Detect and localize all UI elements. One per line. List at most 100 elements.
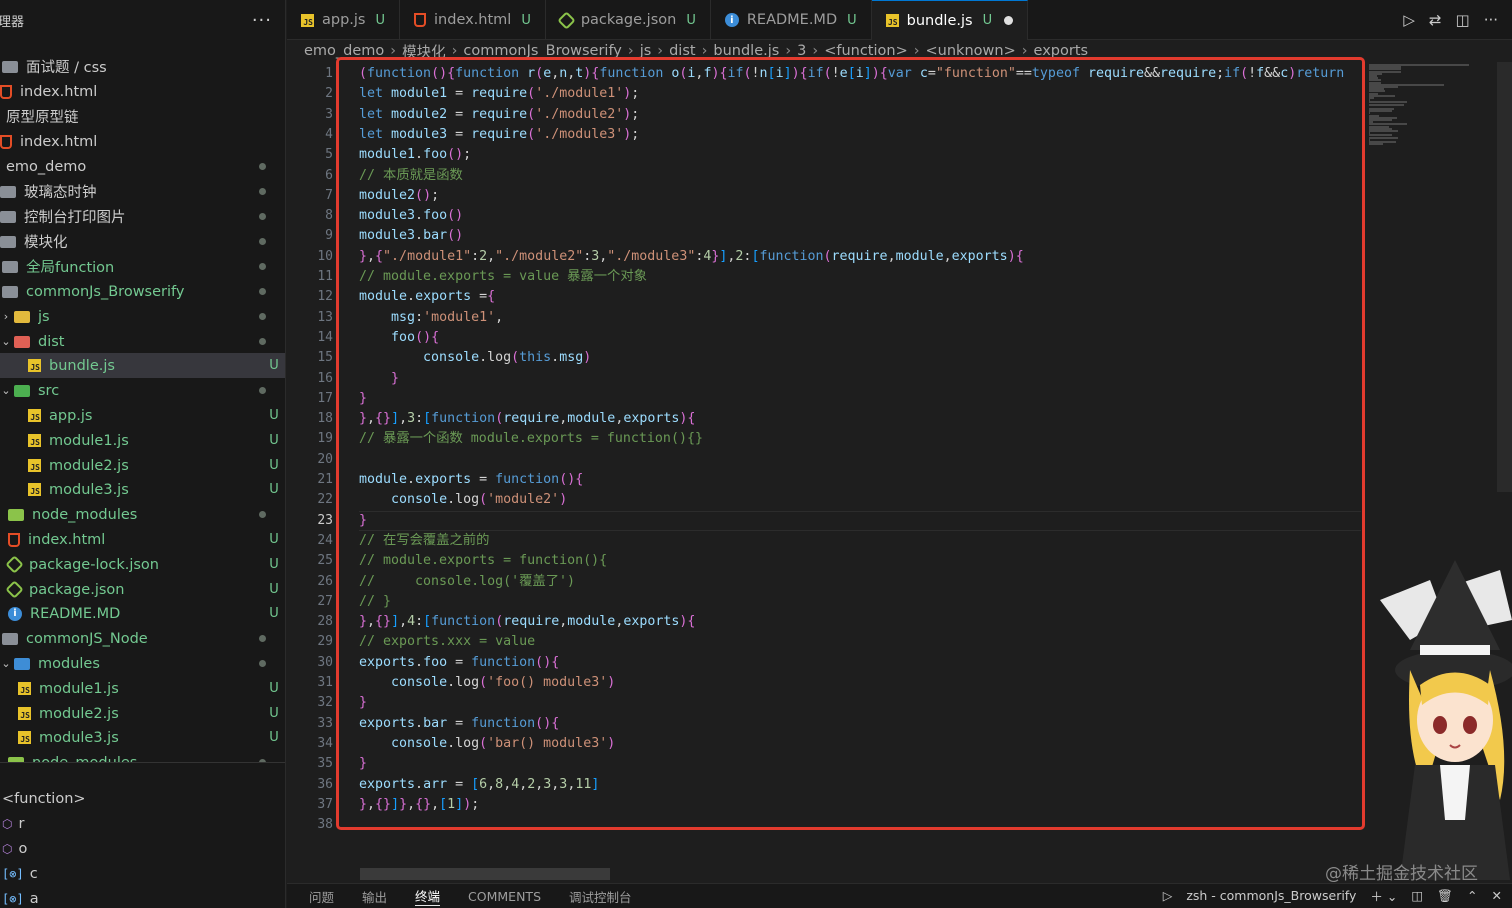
panel-tab[interactable]: 调试控制台: [569, 887, 632, 906]
file-item[interactable]: JS module2.js U: [0, 453, 285, 478]
file-item[interactable]: i README.MD U: [0, 601, 285, 626]
outline-item[interactable]: [⊗] a: [2, 886, 39, 908]
outline-item[interactable]: [⊗] c: [2, 861, 38, 886]
code-line[interactable]: // 暴露一个函数 module.exports = function(){}: [359, 429, 703, 449]
code-line[interactable]: console.log('bar() module3'): [359, 734, 615, 754]
close-panel-icon[interactable]: ✕: [1492, 888, 1502, 903]
outline-item[interactable]: ⬡ r: [2, 811, 24, 836]
breadcrumb-item[interactable]: js: [640, 43, 652, 59]
code-line[interactable]: module1.foo();: [359, 145, 471, 165]
folder-item[interactable]: 控制台打印图片: [0, 204, 285, 229]
file-item[interactable]: JS module3.js U: [0, 477, 285, 502]
panel-tab[interactable]: COMMENTS: [468, 889, 541, 904]
file-item[interactable]: JS app.js U: [0, 403, 285, 428]
tab-index-html[interactable]: index.html U: [400, 0, 546, 40]
code-line[interactable]: let module1 = require('./module1');: [359, 84, 639, 104]
code-line[interactable]: let module2 = require('./module2');: [359, 105, 639, 125]
breadcrumb-item[interactable]: 模块化: [402, 41, 446, 62]
code-editor[interactable]: 1 2 3 4 5 6 7 8 9 10 11 12 13 14 15 16 17 18 19 20 21 22 23 24 2…: [287, 62, 1497, 882]
code-line[interactable]: module.exports = function(){: [359, 470, 583, 490]
code-line[interactable]: let module3 = require('./module3');: [359, 125, 639, 145]
folder-item[interactable]: 全局function: [0, 254, 285, 279]
unsaved-dot-icon[interactable]: [1004, 16, 1014, 25]
more-actions-icon[interactable]: ···: [1484, 11, 1498, 29]
folder-item[interactable]: 面试题 / css: [0, 54, 285, 79]
file-item[interactable]: JS bundle.js U: [0, 353, 285, 378]
folder-item[interactable]: commonJs_Browserify: [0, 279, 285, 304]
compare-changes-icon[interactable]: ⇄: [1429, 11, 1442, 29]
file-item[interactable]: JS module1.js U: [0, 676, 285, 701]
code-line[interactable]: exports.arr = [6,8,4,2,3,3,11]: [359, 775, 599, 795]
code-content[interactable]: (function(){function r(e,n,t){function o…: [359, 62, 1361, 882]
code-line[interactable]: console.log(this.msg): [359, 348, 591, 368]
code-line[interactable]: },{}]},{},[1]);: [359, 795, 479, 815]
outline-item[interactable]: ⬡ o: [2, 836, 27, 861]
breadcrumb-item[interactable]: commonJs_Browserify: [463, 43, 621, 59]
folder-item[interactable]: emo_demo: [0, 154, 285, 179]
panel-tab[interactable]: 输出: [362, 887, 387, 906]
horizontal-scrollbar[interactable]: [360, 868, 610, 880]
breadcrumb-item[interactable]: dist: [669, 43, 695, 59]
panel-tab[interactable]: 终端: [415, 886, 441, 906]
breadcrumb-item[interactable]: bundle.js: [713, 43, 779, 59]
more-actions-icon[interactable]: ···: [252, 10, 272, 31]
file-item[interactable]: index.html: [0, 79, 285, 104]
tab-app-js[interactable]: JS app.js U: [287, 0, 401, 40]
code-line[interactable]: // 本质就是函数: [359, 166, 463, 186]
file-item[interactable]: package.json U: [0, 577, 285, 602]
code-line[interactable]: module2();: [359, 186, 439, 206]
code-line[interactable]: }: [359, 511, 367, 531]
file-item[interactable]: JS module2.js U: [0, 701, 285, 726]
code-line[interactable]: }: [359, 389, 367, 409]
code-line[interactable]: console.log('module2'): [359, 490, 567, 510]
tab-bundle-js[interactable]: JS bundle.js U: [871, 0, 1029, 40]
code-line[interactable]: // module.exports = function(){: [359, 551, 607, 571]
file-item[interactable]: package-lock.json U: [0, 552, 285, 577]
folder-item[interactable]: node_modules: [0, 502, 285, 527]
file-item[interactable]: JS module1.js U: [0, 428, 285, 453]
code-line[interactable]: // 在写会覆盖之前的: [359, 531, 489, 551]
tab-package-json[interactable]: package.json U: [546, 0, 711, 40]
code-line[interactable]: console.log('foo() module3'): [359, 673, 615, 693]
outline-item[interactable]: <function>: [2, 786, 86, 811]
code-line[interactable]: }: [359, 693, 367, 713]
file-item[interactable]: index.html: [0, 129, 285, 154]
code-line[interactable]: // exports.xxx = value: [359, 632, 535, 652]
breadcrumb-item[interactable]: <function>: [824, 43, 908, 59]
code-line[interactable]: },{"./module1":2,"./module2":3,"./module…: [359, 247, 1024, 267]
folder-item[interactable]: commonJS_Node: [0, 626, 285, 651]
file-item[interactable]: JS module3.js U: [0, 725, 285, 750]
code-line[interactable]: },{}],3:[function(require,module,exports…: [359, 409, 695, 429]
breadcrumb-item[interactable]: exports: [1034, 43, 1089, 59]
add-terminal-icon[interactable]: ＋ ⌄: [1370, 886, 1397, 905]
code-line[interactable]: // }: [359, 592, 391, 612]
breadcrumb-item[interactable]: 3: [797, 43, 806, 59]
folder-item[interactable]: 原型原型链: [0, 104, 285, 129]
tab-readme-md[interactable]: i README.MD U: [711, 0, 872, 40]
folder-item[interactable]: ⌄ dist: [0, 329, 285, 354]
code-line[interactable]: foo(){: [359, 328, 439, 348]
code-line[interactable]: // console.log('覆盖了'): [359, 572, 575, 592]
code-line[interactable]: },{}],4:[function(require,module,exports…: [359, 612, 695, 632]
breadcrumb-item[interactable]: emo_demo: [304, 43, 384, 59]
code-line[interactable]: exports.bar = function(){: [359, 714, 559, 734]
file-item[interactable]: index.html U: [0, 527, 285, 552]
maximize-panel-icon[interactable]: ⌃: [1467, 888, 1477, 903]
code-line[interactable]: (function(){function r(e,n,t){function o…: [359, 64, 1344, 84]
code-line[interactable]: msg:'module1',: [359, 308, 503, 328]
code-line[interactable]: exports.foo = function(){: [359, 653, 559, 673]
code-line[interactable]: // module.exports = value 暴露一个对象: [359, 267, 647, 287]
folder-item[interactable]: ⌄ src: [0, 378, 285, 403]
terminal-label[interactable]: zsh - commonJs_Browserify: [1186, 888, 1356, 903]
folder-item[interactable]: › js: [0, 304, 285, 329]
folder-item[interactable]: 玻璃态时钟: [0, 179, 285, 204]
panel-tab[interactable]: 问题: [309, 887, 334, 906]
breadcrumb-item[interactable]: <unknown>: [926, 43, 1016, 59]
folder-item[interactable]: 模块化: [0, 229, 285, 254]
folder-item[interactable]: ⌄ modules: [0, 651, 285, 676]
code-line[interactable]: module3.bar(): [359, 226, 463, 246]
code-line[interactable]: module.exports ={: [359, 287, 495, 307]
code-line[interactable]: module3.foo(): [359, 206, 463, 226]
run-icon[interactable]: ▷: [1403, 11, 1415, 29]
split-terminal-icon[interactable]: ◫: [1411, 888, 1423, 903]
